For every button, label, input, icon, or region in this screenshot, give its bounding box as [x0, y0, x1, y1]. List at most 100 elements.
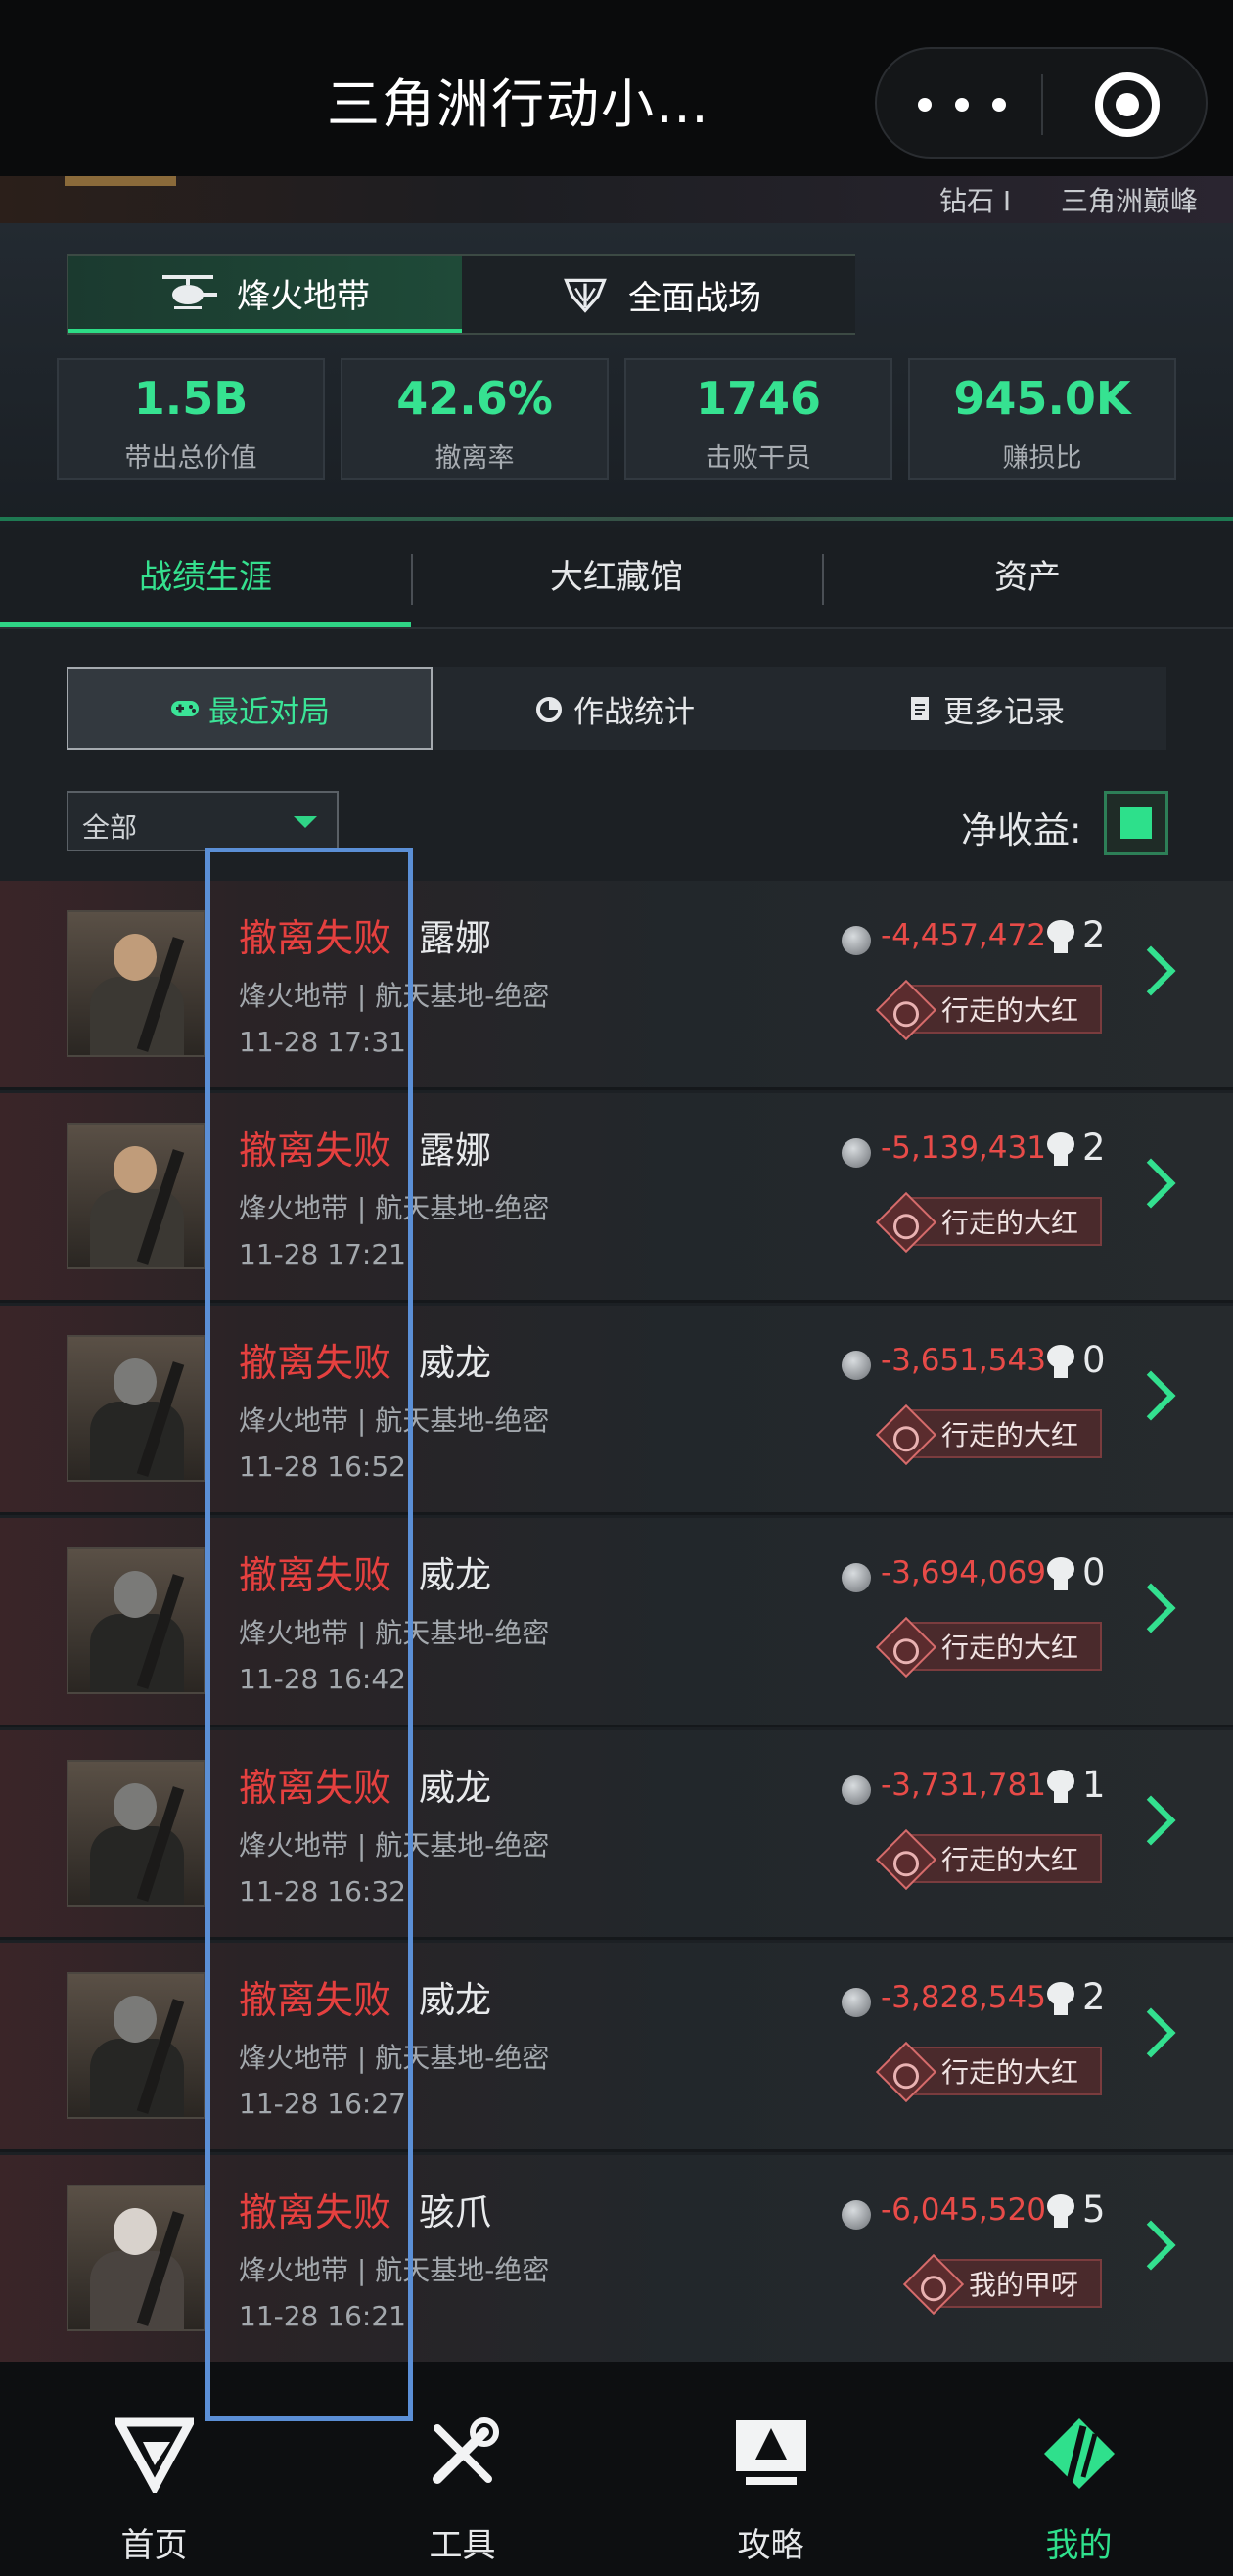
operator-name: 威龙	[419, 1342, 491, 1384]
guide-monitor-icon	[736, 2420, 806, 2485]
helicopter-icon	[162, 275, 217, 309]
stat-kills: 1746 击败干员	[624, 358, 892, 480]
operator-name: 威龙	[419, 1554, 491, 1596]
match-value: -3,828,545	[881, 1980, 1046, 2015]
stat-profit-ratio: 945.0K 赚损比	[908, 358, 1176, 480]
chevron-right-icon[interactable]	[1125, 2220, 1176, 2271]
stat-value: 42.6%	[396, 372, 553, 425]
chevron-right-icon[interactable]	[1125, 1158, 1176, 1209]
coin-icon	[842, 1775, 871, 1805]
match-value: -6,045,520	[881, 2192, 1046, 2228]
stat-label: 赚损比	[1002, 443, 1082, 474]
divider	[0, 517, 1233, 521]
stat-value: 945.0K	[953, 372, 1131, 425]
nav-label: 我的	[1045, 2526, 1113, 2565]
skull-icon	[1045, 920, 1076, 955]
chevron-right-icon[interactable]	[1125, 1370, 1176, 1421]
more-options-icon[interactable]	[918, 98, 1006, 112]
coin-icon	[842, 2200, 871, 2230]
tools-icon	[433, 2417, 499, 2484]
match-row[interactable]: 撤离失败 威龙 烽火地带 | 航天基地-绝密 11-28 16:52 -3,65…	[0, 1306, 1233, 1515]
match-value: -5,139,431	[881, 1130, 1046, 1166]
chevron-right-icon[interactable]	[1125, 1583, 1176, 1633]
mode-tab-firezone[interactable]: 烽火地带	[68, 256, 462, 333]
home-logo-icon	[115, 2417, 194, 2493]
nav-label: 首页	[120, 2526, 188, 2565]
subtab-recent-matches[interactable]: 最近对局	[67, 667, 433, 750]
operator-name: 骇爪	[419, 2191, 491, 2233]
title-bar: 三角洲行动小…	[0, 0, 1233, 176]
subtab-more-records[interactable]: 更多记录	[904, 667, 1065, 750]
filter-value: 全部	[82, 811, 138, 844]
nav-label: 工具	[429, 2526, 496, 2565]
rank-tier-label: 三角洲巅峰	[1061, 185, 1199, 217]
chevron-right-icon[interactable]	[1125, 2007, 1176, 2058]
nav-label: 攻略	[737, 2526, 804, 2565]
divider	[411, 554, 413, 605]
document-icon	[911, 697, 929, 720]
tab-assets[interactable]: 资产	[822, 527, 1233, 628]
skull-icon	[1045, 1345, 1076, 1380]
operator-avatar	[67, 1972, 206, 2119]
divider	[822, 554, 824, 605]
mode-switch: 烽火地带 全面战场	[67, 254, 855, 335]
operator-avatar	[67, 1547, 206, 1694]
match-row[interactable]: 撤离失败 威龙 烽火地带 | 航天基地-绝密 11-28 16:27 -3,82…	[0, 1943, 1233, 2152]
operator-avatar	[67, 2185, 206, 2331]
profile-logo-icon	[1044, 2418, 1115, 2489]
stat-label: 带出总价值	[124, 443, 257, 474]
operator-name: 露娜	[419, 917, 491, 959]
mode-label: 烽火地带	[237, 276, 370, 316]
match-row[interactable]: 撤离失败 骇爪 烽火地带 | 航天基地-绝密 11-28 16:21 -6,04…	[0, 2155, 1233, 2365]
subtab-combat-stats[interactable]: 作战统计	[534, 667, 695, 750]
title-badge: 行走的大红	[875, 2041, 1102, 2103]
skull-icon	[1045, 1770, 1076, 1805]
mini-program-capsule	[875, 47, 1208, 159]
net-income-checkbox[interactable]	[1104, 791, 1168, 855]
chevron-right-icon[interactable]	[1125, 945, 1176, 996]
faction-emblem-icon	[564, 278, 607, 313]
stat-label: 击败干员	[706, 443, 811, 474]
gamepad-icon	[171, 701, 199, 716]
match-row[interactable]: 撤离失败 露娜 烽火地带 | 航天基地-绝密 11-28 17:31 -4,45…	[0, 881, 1233, 1090]
mode-tab-fullbattle[interactable]: 全面战场	[462, 256, 855, 333]
avatar	[65, 176, 176, 186]
rank-label: 钻石 I	[939, 185, 1012, 217]
tab-career[interactable]: 战绩生涯	[0, 527, 411, 628]
stat-extract-rate: 42.6% 撤离率	[341, 358, 609, 480]
stat-label: 撤离率	[434, 443, 515, 474]
main-tabs: 战绩生涯 大红藏馆 资产	[0, 527, 1233, 628]
title-badge: 行走的大红	[875, 1403, 1102, 1466]
skull-icon	[1045, 2194, 1076, 2230]
title-badge: 行走的大红	[875, 979, 1102, 1041]
match-value: -3,651,543	[881, 1343, 1046, 1378]
nav-profile[interactable]: 我的	[925, 2362, 1233, 2576]
bottom-nav: 首页 工具 攻略 我的	[0, 2362, 1233, 2576]
kill-count: 2	[1082, 1976, 1106, 2018]
kill-count: 0	[1082, 1339, 1106, 1381]
operator-avatar	[67, 1760, 206, 1907]
tab-red-collection[interactable]: 大红藏馆	[411, 527, 822, 628]
match-row[interactable]: 撤离失败 威龙 烽火地带 | 航天基地-绝密 11-28 16:42 -3,69…	[0, 1518, 1233, 1727]
kill-count: 2	[1082, 914, 1106, 956]
filter-dropdown[interactable]: 全部	[67, 791, 339, 851]
kill-count: 1	[1082, 1764, 1106, 1806]
nav-guide[interactable]: 攻略	[616, 2362, 925, 2576]
operator-avatar	[67, 910, 206, 1057]
match-row[interactable]: 撤离失败 露娜 烽火地带 | 航天基地-绝密 11-28 17:21 -5,13…	[0, 1093, 1233, 1303]
stats-panel: 烽火地带 全面战场 1.5B 带出总价值 42.6% 撤离率 1746 击败干员…	[0, 223, 1233, 527]
match-value: -3,694,069	[881, 1555, 1046, 1590]
title-badge: 行走的大红	[875, 1828, 1102, 1891]
coin-icon	[842, 1351, 871, 1380]
stat-value: 1746	[695, 372, 822, 425]
kill-count: 2	[1082, 1127, 1106, 1169]
skull-icon	[1045, 1132, 1076, 1168]
profile-strip: 钻石 I 三角洲巅峰	[0, 176, 1233, 223]
chevron-right-icon[interactable]	[1125, 1795, 1176, 1846]
close-mini-program-icon[interactable]	[1095, 72, 1160, 137]
operator-avatar	[67, 1335, 206, 1482]
coin-icon	[842, 926, 871, 955]
highlight-annotation-box	[206, 848, 413, 2421]
match-row[interactable]: 撤离失败 威龙 烽火地带 | 航天基地-绝密 11-28 16:32 -3,73…	[0, 1730, 1233, 1940]
coin-icon	[842, 1988, 871, 2017]
